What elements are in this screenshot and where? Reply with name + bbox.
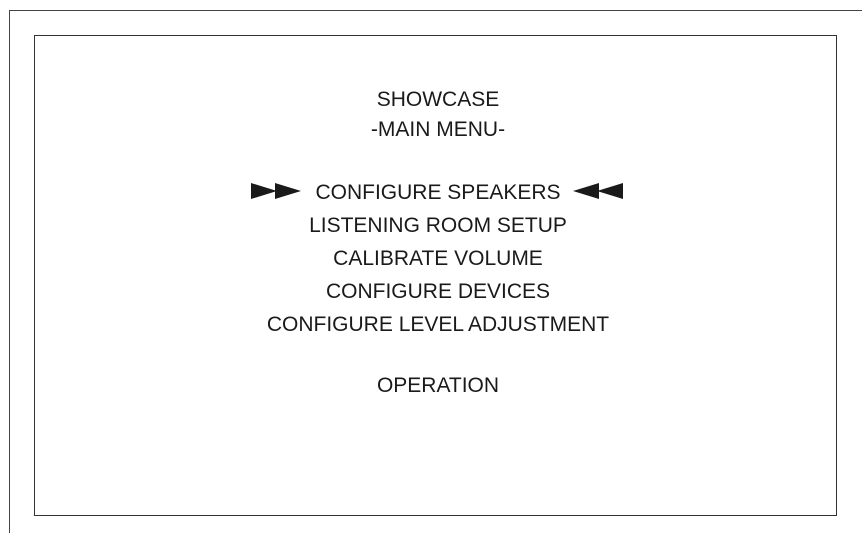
- menu-item-configure-level-adjustment[interactable]: CONFIGURE LEVEL ADJUSTMENT: [0, 312, 862, 338]
- double-arrow-left-icon: [567, 183, 625, 200]
- double-arrow-right-icon: [251, 183, 309, 200]
- menu-item-label: CONFIGURE SPEAKERS: [315, 181, 561, 204]
- menu-item-operation[interactable]: OPERATION: [0, 373, 862, 399]
- menu-item-label: LISTENING ROOM SETUP: [309, 214, 567, 237]
- menu-item-label: CONFIGURE LEVEL ADJUSTMENT: [266, 313, 610, 336]
- menu-item-calibrate-volume[interactable]: CALIBRATE VOLUME: [0, 246, 862, 272]
- menu-title: SHOWCASE: [376, 88, 500, 111]
- menu-subtitle: -MAIN MENU-: [370, 118, 506, 141]
- menu-item-configure-speakers[interactable]: CONFIGURE SPEAKERS: [0, 180, 862, 206]
- menu-item-label: CALIBRATE VOLUME: [333, 247, 543, 270]
- menu-item-label: CONFIGURE DEVICES: [325, 280, 551, 303]
- menu-item-listening-room-setup[interactable]: LISTENING ROOM SETUP: [0, 213, 862, 239]
- outer-frame-top: [9, 10, 862, 11]
- menu-item-configure-devices[interactable]: CONFIGURE DEVICES: [0, 279, 862, 305]
- menu-item-label: OPERATION: [376, 374, 500, 397]
